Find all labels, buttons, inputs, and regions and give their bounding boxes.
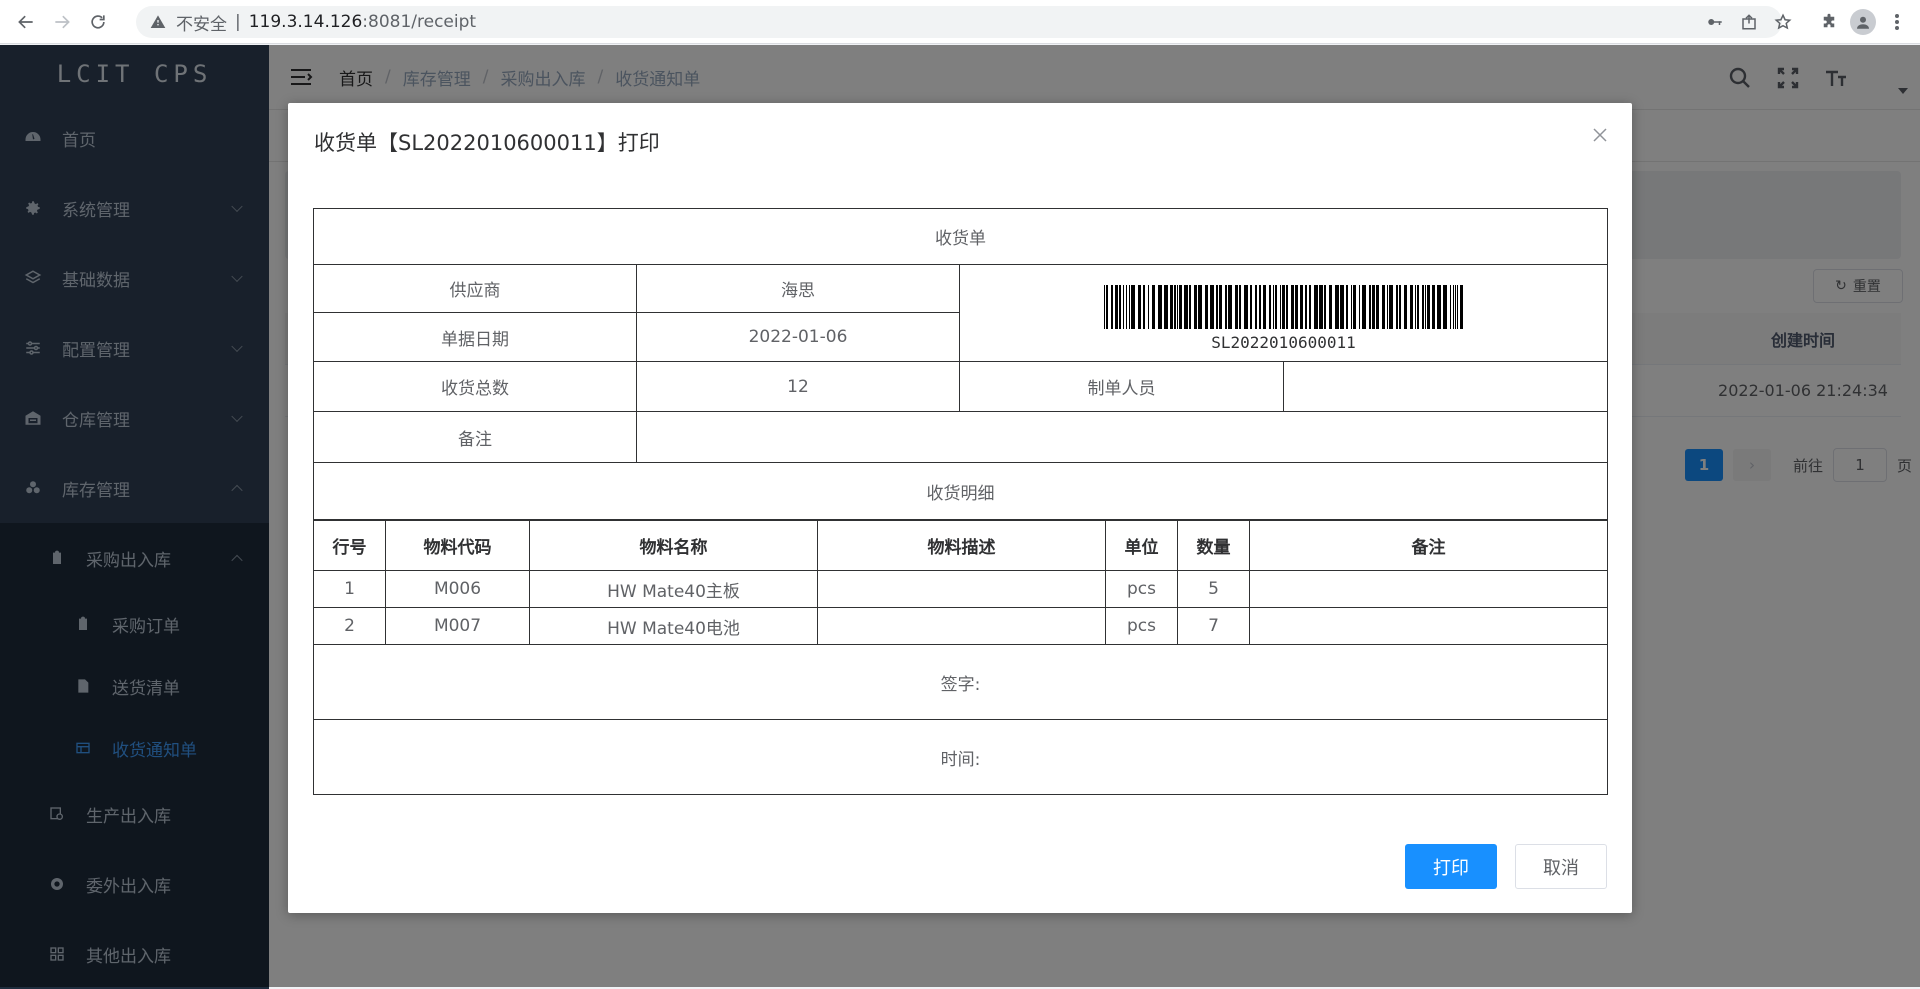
browser-toolbar: 不安全 | 119.3.14.126:8081/receipt	[0, 0, 1920, 44]
table-row: 1 M006 HW Mate40主板 pcs 5	[313, 570, 1608, 608]
url-path: :8081/receipt	[362, 12, 477, 32]
maker-value	[1283, 361, 1608, 412]
column-header: 数量	[1177, 520, 1250, 571]
table-cell	[1249, 570, 1608, 608]
url-host: 119.3.14.126	[248, 12, 363, 32]
barcode-cell: SL2022010600011	[959, 264, 1608, 362]
remark-value	[636, 411, 1608, 463]
supplier-label: 供应商	[313, 264, 637, 313]
column-header: 行号	[313, 520, 386, 571]
table-cell: M006	[385, 570, 530, 608]
table-row: 2 M007 HW Mate40电池 pcs 7	[313, 607, 1608, 645]
table-cell	[817, 570, 1106, 608]
reload-icon[interactable]	[80, 4, 116, 40]
time-row: 时间:	[313, 719, 1608, 795]
table-cell	[1249, 607, 1608, 645]
profile-avatar[interactable]	[1846, 6, 1880, 38]
address-separator: |	[235, 12, 241, 32]
detail-title: 收货明细	[313, 462, 1608, 520]
column-header: 单位	[1105, 520, 1178, 571]
browser-actions	[1698, 6, 1920, 38]
person-icon	[1850, 9, 1876, 35]
column-header: 物料代码	[385, 520, 530, 571]
table-cell: pcs	[1105, 607, 1178, 645]
receipt-print-area: 收货单 供应商 海思 SL2022010600011 单据日期 2022-01-…	[313, 208, 1608, 795]
share-icon[interactable]	[1732, 6, 1766, 38]
table-cell: 2	[313, 607, 386, 645]
column-header: 物料描述	[817, 520, 1106, 571]
key-icon[interactable]	[1698, 6, 1732, 38]
receipt-header-table: 收货单 供应商 海思 SL2022010600011 单据日期 2022-01-…	[313, 208, 1608, 520]
address-bar[interactable]: 不安全 | 119.3.14.126:8081/receipt	[136, 6, 1782, 38]
close-icon[interactable]	[1590, 125, 1610, 145]
table-cell: pcs	[1105, 570, 1178, 608]
table-cell	[817, 607, 1106, 645]
column-header: 物料名称	[529, 520, 818, 571]
maker-label: 制单人员	[959, 361, 1284, 412]
table-cell: 5	[1177, 570, 1250, 608]
receipt-title: 收货单	[313, 208, 1608, 265]
date-value: 2022-01-06	[636, 312, 960, 362]
table-cell: HW Mate40电池	[529, 607, 818, 645]
table-cell: M007	[385, 607, 530, 645]
time-label: 时间:	[313, 719, 1608, 795]
detail-table: 行号 物料代码 物料名称 物料描述 单位 数量 备注 1 M006 HW Mat…	[313, 520, 1608, 795]
signature-row: 签字:	[313, 644, 1608, 720]
menu-dots-icon[interactable]	[1880, 6, 1914, 38]
print-dialog: 收货单【SL2022010600011】打印 收货单 供应商 海思 SL2022…	[288, 103, 1632, 913]
table-cell: 7	[1177, 607, 1250, 645]
detail-header-row: 行号 物料代码 物料名称 物料描述 单位 数量 备注	[313, 520, 1608, 571]
barcode-text: SL2022010600011	[1211, 332, 1356, 352]
back-arrow-icon[interactable]	[8, 4, 44, 40]
insecure-label: 不安全	[176, 14, 227, 35]
forward-arrow-icon[interactable]	[44, 4, 80, 40]
total-value: 12	[636, 361, 960, 412]
table-cell: 1	[313, 570, 386, 608]
signature-label: 签字:	[313, 644, 1608, 720]
column-header: 备注	[1249, 520, 1608, 571]
extensions-icon[interactable]	[1812, 6, 1846, 38]
total-label: 收货总数	[313, 361, 637, 412]
warning-icon	[150, 15, 166, 28]
cancel-button[interactable]: 取消	[1515, 844, 1607, 889]
print-button[interactable]: 打印	[1405, 844, 1497, 889]
star-icon[interactable]	[1766, 6, 1800, 38]
remark-label: 备注	[313, 411, 637, 463]
barcode	[1103, 284, 1463, 329]
supplier-value: 海思	[636, 264, 960, 313]
date-label: 单据日期	[313, 312, 637, 362]
url-text: 119.3.14.126:8081/receipt	[249, 12, 476, 32]
dialog-title: 收货单【SL2022010600011】打印	[314, 131, 660, 155]
table-cell: HW Mate40主板	[529, 570, 818, 608]
